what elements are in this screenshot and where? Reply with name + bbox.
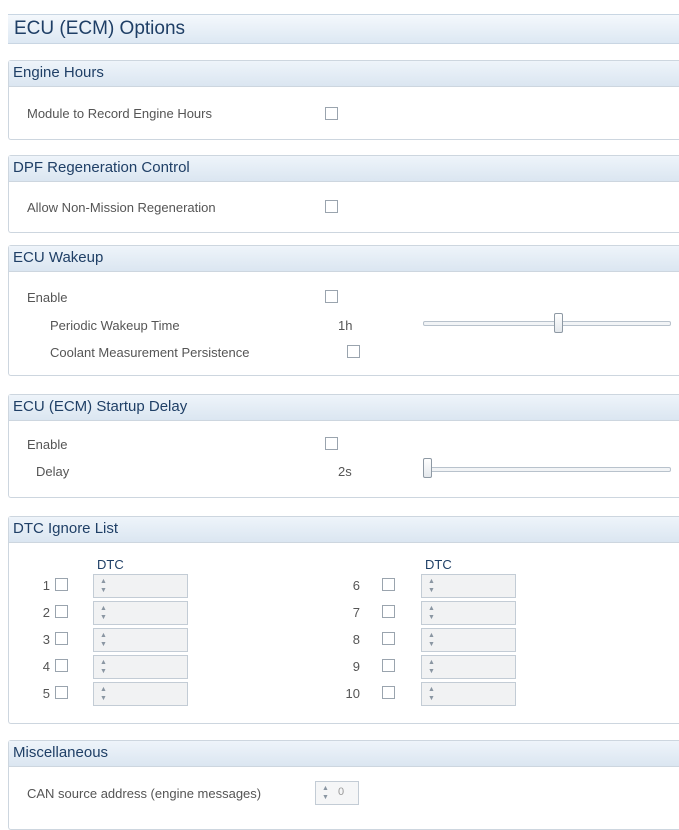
dtc-row-number: 6 (352, 578, 360, 593)
ecu-wakeup-panel: ECU Wakeup Enable Periodic Wakeup Time 1… (8, 245, 679, 376)
startup-delay-panel: ECU (ECM) Startup Delay Enable Delay 2s (8, 394, 679, 498)
dpf-regeneration-header: DPF Regeneration Control (9, 156, 679, 182)
periodic-wakeup-slider-track[interactable] (423, 321, 671, 326)
delay-slider-thumb[interactable] (423, 458, 432, 478)
startup-delay-enable-checkbox[interactable] (325, 437, 338, 450)
spinner-up-down-icon[interactable]: ▲ ▼ (322, 784, 329, 802)
dtc-row-checkbox[interactable] (382, 659, 395, 672)
periodic-wakeup-slider-thumb[interactable] (554, 313, 564, 333)
dtc-row-checkbox[interactable] (55, 659, 68, 672)
dtc-code-input[interactable]: ▲ ▼ (421, 655, 516, 679)
dtc-column-header-right: DTC (425, 557, 452, 572)
dtc-row-checkbox[interactable] (55, 605, 68, 618)
spinner-up-down-icon[interactable]: ▲ ▼ (100, 577, 107, 595)
dtc-row-checkbox[interactable] (55, 632, 68, 645)
delay-slider-track[interactable] (423, 467, 671, 472)
dtc-code-input[interactable]: ▲ ▼ (421, 574, 516, 598)
spinner-up-down-icon[interactable]: ▲ ▼ (100, 658, 107, 676)
dtc-row-number: 1 (42, 578, 50, 593)
can-source-address-input[interactable]: ▲ ▼ 0 (315, 781, 359, 805)
dtc-code-input[interactable]: ▲ ▼ (421, 601, 516, 625)
page-title-bar: ECU (ECM) Options (8, 14, 679, 44)
dtc-ignore-list-panel: DTC Ignore List DTC DTC 1 ▲ ▼ 2 ▲ ▼ 3 ▲ ▼ 4 ▲ ▼ 5 ▲ ▼ 6… (8, 516, 679, 724)
spinner-up-down-icon[interactable]: ▲ ▼ (428, 604, 435, 622)
dtc-row-number: 5 (42, 686, 50, 701)
spinner-up-down-icon[interactable]: ▲ ▼ (428, 685, 435, 703)
spinner-up-down-icon[interactable]: ▲ ▼ (100, 685, 107, 703)
can-source-address-value: 0 (338, 786, 345, 798)
periodic-wakeup-time-value: 1h (338, 318, 353, 333)
spinner-up-down-icon[interactable]: ▲ ▼ (428, 658, 435, 676)
dtc-row-number: 3 (42, 632, 50, 647)
dpf-regeneration-panel: DPF Regeneration Control Allow Non-Missi… (8, 155, 679, 233)
ecu-wakeup-header: ECU Wakeup (9, 246, 679, 272)
engine-hours-panel: Engine Hours Module to Record Engine Hou… (8, 60, 679, 140)
wakeup-enable-label: Enable (27, 290, 68, 305)
wakeup-enable-checkbox[interactable] (325, 290, 338, 303)
dtc-row-number: 8 (352, 632, 360, 647)
dtc-row-number: 7 (352, 605, 360, 620)
dtc-code-input[interactable]: ▲ ▼ (93, 682, 188, 706)
periodic-wakeup-time-label: Periodic Wakeup Time (50, 318, 180, 333)
dtc-row-checkbox[interactable] (382, 686, 395, 699)
coolant-measurement-persistence-checkbox[interactable] (347, 345, 360, 358)
dtc-row-checkbox[interactable] (382, 578, 395, 591)
miscellaneous-header: Miscellaneous (9, 741, 679, 767)
dtc-row-checkbox[interactable] (382, 632, 395, 645)
startup-delay-header: ECU (ECM) Startup Delay (9, 395, 679, 421)
miscellaneous-panel: Miscellaneous CAN source address (engine… (8, 740, 679, 830)
delay-value: 2s (338, 464, 352, 479)
spinner-up-down-icon[interactable]: ▲ ▼ (100, 604, 107, 622)
dtc-row-checkbox[interactable] (382, 605, 395, 618)
dtc-ignore-list-header: DTC Ignore List (9, 517, 679, 543)
dtc-code-input[interactable]: ▲ ▼ (93, 628, 188, 652)
spinner-up-down-icon[interactable]: ▲ ▼ (100, 631, 107, 649)
module-record-engine-hours-checkbox[interactable] (325, 107, 338, 120)
engine-hours-header: Engine Hours (9, 61, 679, 87)
startup-delay-enable-label: Enable (27, 437, 68, 452)
dtc-code-input[interactable]: ▲ ▼ (421, 682, 516, 706)
spinner-up-down-icon[interactable]: ▲ ▼ (428, 577, 435, 595)
dtc-code-input[interactable]: ▲ ▼ (93, 601, 188, 625)
coolant-measurement-persistence-label: Coolant Measurement Persistence (50, 345, 250, 360)
dtc-row-number: 10 (345, 686, 360, 701)
dtc-column-header-left: DTC (97, 557, 124, 572)
can-source-address-label: CAN source address (engine messages) (27, 786, 262, 801)
dtc-code-input[interactable]: ▲ ▼ (421, 628, 516, 652)
allow-non-mission-regeneration-label: Allow Non-Mission Regeneration (27, 200, 216, 215)
dtc-row-checkbox[interactable] (55, 686, 68, 699)
delay-label: Delay (36, 464, 70, 479)
dtc-code-input[interactable]: ▲ ▼ (93, 574, 188, 598)
module-record-engine-hours-label: Module to Record Engine Hours (27, 106, 212, 121)
page-title: ECU (ECM) Options (14, 18, 186, 39)
dtc-row-checkbox[interactable] (55, 578, 68, 591)
dtc-row-number: 9 (352, 659, 360, 674)
spinner-up-down-icon[interactable]: ▲ ▼ (428, 631, 435, 649)
allow-non-mission-regeneration-checkbox[interactable] (325, 200, 338, 213)
dtc-row-number: 2 (42, 605, 50, 620)
dtc-row-number: 4 (42, 659, 50, 674)
dtc-code-input[interactable]: ▲ ▼ (93, 655, 188, 679)
